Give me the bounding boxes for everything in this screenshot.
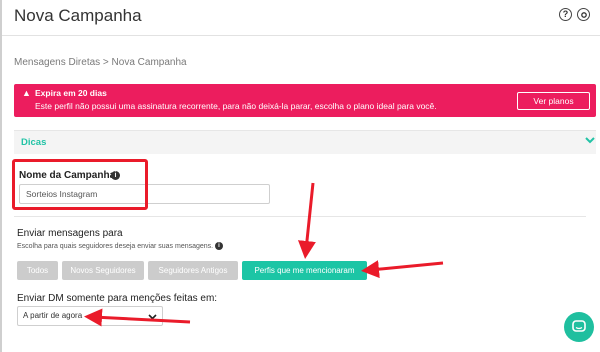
- window-edge: [0, 0, 2, 352]
- alert-text: Este perfil não possui uma assinatura re…: [35, 101, 437, 111]
- section-divider: [14, 216, 586, 217]
- breadcrumb: Mensagens Diretas > Nova Campanha: [14, 57, 187, 68]
- alert-title: Expira em 20 dias: [35, 88, 107, 98]
- dm-mentions-select-value: A partir de agora: [23, 311, 83, 320]
- view-plans-button[interactable]: Ver planos: [517, 92, 590, 110]
- header-divider: [2, 35, 600, 36]
- dm-mentions-select[interactable]: A partir de agora: [17, 306, 163, 326]
- info-icon: i: [215, 242, 223, 250]
- arrow-left-mencionaram: [361, 260, 444, 279]
- chat-icon: [572, 320, 586, 332]
- help-icon[interactable]: ?: [559, 8, 572, 21]
- subscription-alert: ▲ Expira em 20 dias Este perfil não poss…: [14, 84, 596, 117]
- chevron-down-icon[interactable]: [584, 134, 596, 146]
- tips-accordion[interactable]: Dicas: [14, 130, 596, 154]
- dm-mentions-label: Enviar DM somente para menções feitas em…: [17, 293, 218, 304]
- send-to-help: Escolha para quais seguidores deseja env…: [17, 243, 214, 250]
- annotation-highlight-box: [12, 159, 148, 210]
- chat-button[interactable]: [564, 312, 594, 342]
- audience-all-button[interactable]: Todos: [17, 261, 58, 280]
- warning-icon: ▲: [22, 88, 31, 98]
- send-to-label: Enviar mensagens para: [17, 228, 123, 239]
- gear-icon[interactable]: [577, 8, 590, 21]
- chevron-down-icon: [148, 314, 157, 320]
- audience-mentioned-button[interactable]: Perfis que me mencionaram: [242, 261, 367, 280]
- audience-old-followers-button[interactable]: Seguidores Antigos: [148, 261, 238, 280]
- page-title: Nova Campanha: [14, 6, 142, 25]
- audience-new-followers-button[interactable]: Novos Seguidores: [62, 261, 144, 280]
- tips-label: Dicas: [21, 137, 47, 148]
